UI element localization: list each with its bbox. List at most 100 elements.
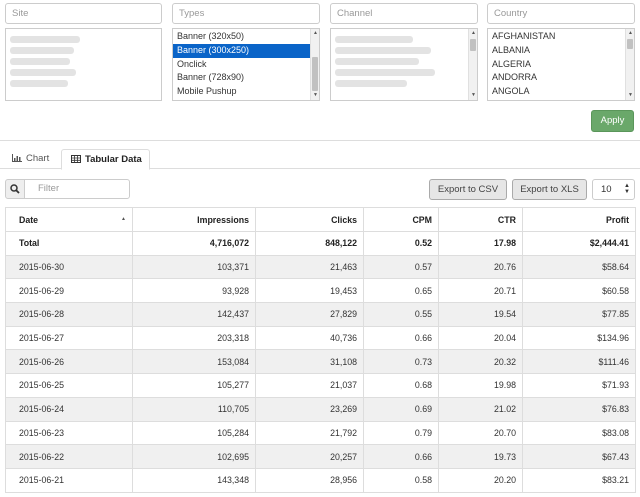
export-xls-button[interactable]: Export to XLS (512, 179, 587, 200)
table-total-row: Total 4,716,072 848,122 0.52 17.98 $2,44… (5, 231, 636, 256)
table-cell: 21,037 (255, 373, 364, 398)
column-header-cpm[interactable]: CPM (363, 207, 439, 232)
scroll-thumb[interactable] (627, 39, 633, 49)
table-cell: 21,463 (255, 254, 364, 280)
view-tabs: Chart Tabular Data (0, 149, 640, 170)
channel-listbox[interactable]: ▲ ▼ (330, 28, 478, 101)
table-cell: 19.73 (438, 444, 523, 469)
blurred-channel-item[interactable] (335, 80, 407, 87)
column-header-clicks[interactable]: Clicks (255, 207, 364, 232)
table-cell: 20.76 (438, 254, 523, 280)
table-cell: Total (5, 231, 133, 256)
types-scrollbar[interactable]: ▲ ▼ (310, 29, 319, 100)
export-csv-button[interactable]: Export to CSV (429, 179, 507, 200)
types-option-selected[interactable]: Banner (300x250) (173, 43, 319, 58)
search-input[interactable]: Filter (24, 179, 130, 199)
column-header-date[interactable]: ▲ Date (5, 207, 133, 232)
table-cell: 17.98 (438, 231, 523, 256)
table-cell: 0.73 (363, 349, 439, 375)
types-option[interactable]: Banner (728x90) (173, 71, 319, 85)
table-header-row: ▲ Date Impressions Clicks CPM CTR Profit (5, 207, 636, 232)
table-cell: 2015-06-21 (5, 467, 133, 493)
table-row: 2015-06-24 110,705 23,269 0.69 21.02 $76.83 (5, 396, 636, 422)
table-cell: $77.85 (522, 302, 636, 327)
tab-chart[interactable]: Chart (8, 149, 60, 169)
select-arrows-icon: ▲ ▼ (624, 183, 630, 195)
column-header-ctr[interactable]: CTR (438, 207, 523, 232)
types-option[interactable]: Onclick (173, 58, 319, 72)
table-cell: $2,444.41 (522, 231, 636, 256)
table-row: 2015-06-26 153,084 31,108 0.73 20.32 $111.46 (5, 349, 636, 375)
table-cell: 2015-06-25 (5, 373, 133, 398)
table-cell: $67.43 (522, 444, 636, 469)
table-cell: 142,437 (132, 302, 256, 327)
table-row: 2015-06-22 102,695 20,257 0.66 19.73 $67.43 (5, 444, 636, 469)
blurred-channel-item[interactable] (335, 47, 431, 54)
channel-filter-input[interactable]: Channel (330, 3, 478, 24)
scroll-up-icon[interactable]: ▲ (311, 29, 319, 38)
blurred-channel-item[interactable] (335, 36, 413, 43)
table-cell: 103,371 (132, 254, 256, 280)
blurred-channel-item[interactable] (335, 69, 435, 76)
site-filter-input[interactable]: Site (5, 3, 162, 24)
apply-button[interactable]: Apply (591, 110, 634, 132)
table-cell: 0.52 (363, 231, 439, 256)
table-cell: 2015-06-27 (5, 325, 133, 351)
types-option[interactable]: Mobile Pushup (173, 85, 319, 99)
scroll-thumb[interactable] (312, 57, 318, 91)
blurred-site-item[interactable] (10, 47, 74, 54)
column-header-label: Date (19, 214, 39, 225)
blurred-site-item[interactable] (10, 58, 70, 65)
blurred-site-item[interactable] (10, 69, 76, 76)
blurred-site-item[interactable] (10, 36, 80, 43)
country-scrollbar[interactable]: ▲ ▼ (625, 29, 634, 100)
scroll-up-icon[interactable]: ▲ (626, 29, 634, 38)
column-header-profit[interactable]: Profit (522, 207, 636, 232)
table-cell: 0.57 (363, 254, 439, 280)
blurred-channel-item[interactable] (335, 58, 419, 65)
scroll-up-icon[interactable]: ▲ (469, 29, 477, 38)
country-option[interactable]: ANGOLA (488, 85, 634, 99)
table-cell: 93,928 (132, 278, 256, 304)
table-cell: 0.55 (363, 302, 439, 327)
page-size-select[interactable]: 10 ▲ ▼ (592, 179, 635, 200)
types-listbox[interactable]: Banner (320x50) Banner (300x250) Onclick… (172, 28, 320, 101)
table-cell: 2015-06-30 (5, 254, 133, 280)
table-cell: 4,716,072 (132, 231, 256, 256)
country-filter-input[interactable]: Country (487, 3, 635, 24)
table-cell: 19.98 (438, 373, 523, 398)
column-header-impressions[interactable]: Impressions (132, 207, 256, 232)
table-cell: 0.58 (363, 467, 439, 493)
types-filter-input[interactable]: Types (172, 3, 320, 24)
country-option[interactable]: ALGERIA (488, 58, 634, 72)
table-cell: 21.02 (438, 396, 523, 422)
site-listbox[interactable] (5, 28, 162, 101)
types-option[interactable]: Banner (320x50) (173, 30, 319, 44)
country-listbox[interactable]: AFGHANISTAN ALBANIA ALGERIA ANDORRA ANGO… (487, 28, 635, 101)
channel-scrollbar[interactable]: ▲ ▼ (468, 29, 477, 100)
tab-tabular-data[interactable]: Tabular Data (61, 149, 150, 170)
table-cell: 2015-06-22 (5, 444, 133, 469)
table-row: 2015-06-25 105,277 21,037 0.68 19.98 $71.93 (5, 373, 636, 398)
scroll-down-icon[interactable]: ▼ (626, 91, 634, 100)
scroll-down-icon[interactable]: ▼ (311, 91, 319, 100)
scroll-down-icon[interactable]: ▼ (469, 91, 477, 100)
blurred-site-item[interactable] (10, 80, 68, 87)
table-row: 2015-06-30 103,371 21,463 0.57 20.76 $58.64 (5, 254, 636, 280)
table-cell: 2015-06-28 (5, 302, 133, 327)
table-cell: 0.66 (363, 444, 439, 469)
table-cell: 20,257 (255, 444, 364, 469)
table-cell: 23,269 (255, 396, 364, 422)
table-cell: 0.65 (363, 278, 439, 304)
table-cell: 143,348 (132, 467, 256, 493)
table-cell: 20.71 (438, 278, 523, 304)
table-cell: 153,084 (132, 349, 256, 375)
country-option[interactable]: AFGHANISTAN (488, 30, 634, 44)
search-icon (10, 184, 20, 194)
country-option[interactable]: ANDORRA (488, 71, 634, 85)
table-cell: 20.20 (438, 467, 523, 493)
table-row: 2015-06-23 105,284 21,792 0.79 20.70 $83.08 (5, 420, 636, 446)
country-option[interactable]: ALBANIA (488, 44, 634, 58)
table-cell: 19,453 (255, 278, 364, 304)
scroll-thumb[interactable] (470, 39, 476, 51)
